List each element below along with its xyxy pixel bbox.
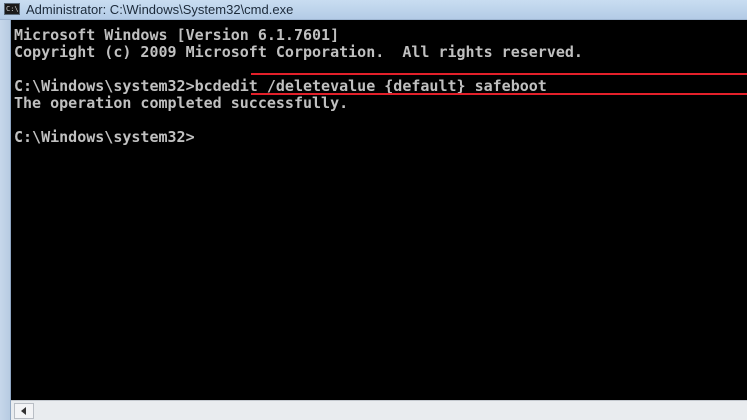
highlight-underline-bottom — [251, 93, 747, 95]
console-line-version: Microsoft Windows [Version 6.1.7601] — [14, 26, 340, 44]
title-bar[interactable]: C:\ Administrator: C:\Windows\System32\c… — [0, 0, 747, 20]
scroll-left-arrow-icon — [21, 407, 26, 415]
console-area[interactable]: Microsoft Windows [Version 6.1.7601] Cop… — [11, 20, 747, 400]
cmd-window: C:\ Administrator: C:\Windows\System32\c… — [0, 0, 747, 420]
console-line-result: The operation completed successfully. — [14, 94, 349, 112]
console-line-prompt: C:\Windows\system32> — [14, 128, 195, 146]
window-left-frame — [0, 20, 11, 420]
console-line-copyright: Copyright (c) 2009 Microsoft Corporation… — [14, 43, 583, 61]
cmd-icon-text: C:\ — [6, 5, 19, 13]
window-title: Administrator: C:\Windows\System32\cmd.e… — [26, 2, 294, 17]
scroll-left-button[interactable] — [14, 403, 34, 419]
cmd-icon[interactable]: C:\ — [4, 3, 20, 15]
horizontal-scrollbar[interactable] — [11, 400, 747, 420]
highlight-underline-top — [251, 73, 747, 75]
